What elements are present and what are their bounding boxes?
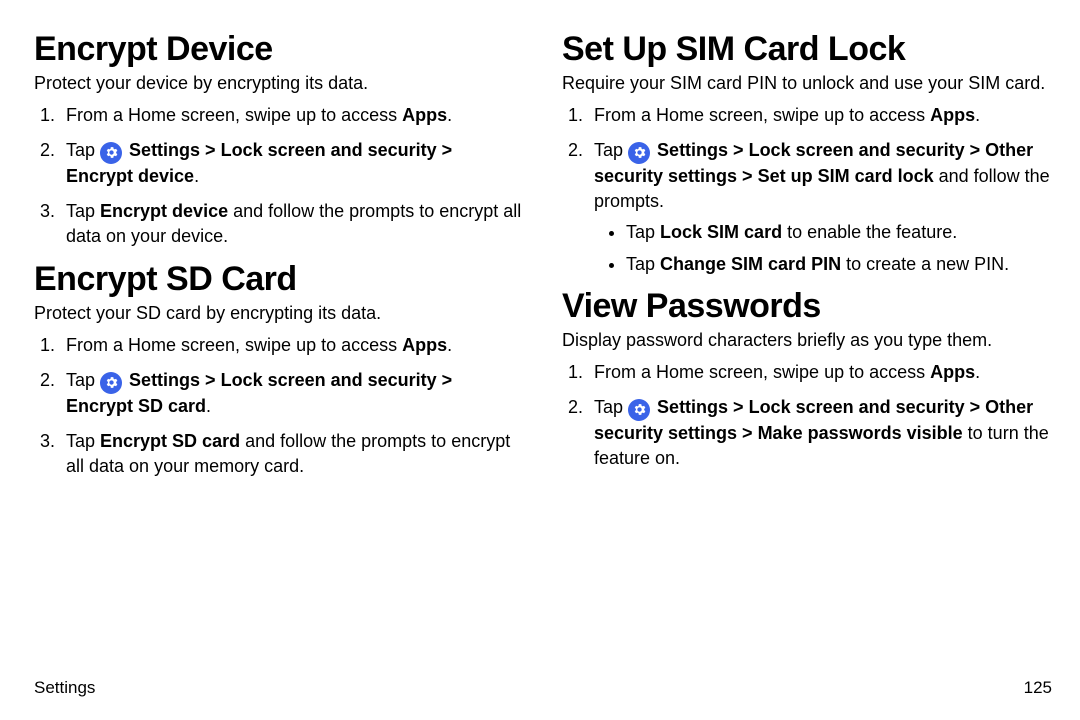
right-column: Set Up SIM Card Lock Require your SIM ca… (562, 24, 1052, 489)
step-item: Tap Encrypt SD card and follow the promp… (60, 429, 524, 479)
steps-encrypt-device: From a Home screen, swipe up to access A… (40, 103, 524, 249)
lead-sim-card-lock: Require your SIM card PIN to unlock and … (562, 71, 1052, 95)
step-bold: Apps (930, 362, 975, 382)
steps-view-passwords: From a Home screen, swipe up to access A… (568, 360, 1052, 471)
heading-view-passwords: View Passwords (562, 287, 1052, 326)
step-text: From a Home screen, swipe up to access (66, 335, 402, 355)
heading-encrypt-device: Encrypt Device (34, 30, 524, 69)
step-bold: Apps (402, 335, 447, 355)
step-item: Tap Settings > Lock screen and security … (60, 368, 524, 419)
bullet-item: Tap Lock SIM card to enable the feature. (626, 220, 1052, 245)
step-text: . (975, 362, 980, 382)
step-text: . (447, 105, 452, 125)
settings-gear-icon (100, 142, 122, 164)
footer-page-number: 125 (1024, 678, 1052, 698)
step-item: From a Home screen, swipe up to access A… (588, 103, 1052, 128)
page-footer: Settings 125 (34, 678, 1052, 698)
lead-encrypt-device: Protect your device by encrypting its da… (34, 71, 524, 95)
step-text: Tap (66, 140, 100, 160)
steps-sim-card-lock: From a Home screen, swipe up to access A… (568, 103, 1052, 276)
left-column: Encrypt Device Protect your device by en… (34, 24, 524, 489)
step-bold: Apps (402, 105, 447, 125)
footer-section-label: Settings (34, 678, 1024, 698)
step-bold: Encrypt SD card (100, 431, 240, 451)
lead-view-passwords: Display password characters briefly as y… (562, 328, 1052, 352)
bullet-text: Tap (626, 254, 660, 274)
settings-gear-icon (100, 372, 122, 394)
steps-encrypt-sd-card: From a Home screen, swipe up to access A… (40, 333, 524, 479)
step-bold: Settings > Lock screen and security > En… (66, 140, 452, 186)
step-text: From a Home screen, swipe up to access (594, 362, 930, 382)
bullet-item: Tap Change SIM card PIN to create a new … (626, 252, 1052, 277)
step-item: Tap Settings > Lock screen and security … (588, 138, 1052, 276)
lead-encrypt-sd-card: Protect your SD card by encrypting its d… (34, 301, 524, 325)
bullet-bold: Change SIM card PIN (660, 254, 841, 274)
step-text: Tap (594, 140, 628, 160)
step-text: From a Home screen, swipe up to access (594, 105, 930, 125)
step-text: . (194, 166, 199, 186)
step-bold: Apps (930, 105, 975, 125)
step-text: . (975, 105, 980, 125)
step-bold: Encrypt device (100, 201, 228, 221)
step-text: From a Home screen, swipe up to access (66, 105, 402, 125)
step-text: Tap (66, 201, 100, 221)
step-item: From a Home screen, swipe up to access A… (588, 360, 1052, 385)
step-item: Tap Settings > Lock screen and security … (588, 395, 1052, 471)
step-item: From a Home screen, swipe up to access A… (60, 333, 524, 358)
step-item: From a Home screen, swipe up to access A… (60, 103, 524, 128)
step-text: . (206, 396, 211, 416)
settings-gear-icon (628, 142, 650, 164)
substeps-sim: Tap Lock SIM card to enable the feature.… (606, 220, 1052, 276)
heading-sim-card-lock: Set Up SIM Card Lock (562, 30, 1052, 69)
bullet-text: Tap (626, 222, 660, 242)
step-text: Tap (594, 397, 628, 417)
step-text: Tap (66, 370, 100, 390)
heading-encrypt-sd-card: Encrypt SD Card (34, 260, 524, 299)
step-item: Tap Encrypt device and follow the prompt… (60, 199, 524, 249)
bullet-bold: Lock SIM card (660, 222, 782, 242)
step-bold: Settings > Lock screen and security > En… (66, 370, 452, 416)
two-column-layout: Encrypt Device Protect your device by en… (34, 24, 1052, 489)
bullet-text: to enable the feature. (782, 222, 957, 242)
step-text: Tap (66, 431, 100, 451)
step-item: Tap Settings > Lock screen and security … (60, 138, 524, 189)
settings-gear-icon (628, 399, 650, 421)
step-text: . (447, 335, 452, 355)
bullet-text: to create a new PIN. (841, 254, 1009, 274)
